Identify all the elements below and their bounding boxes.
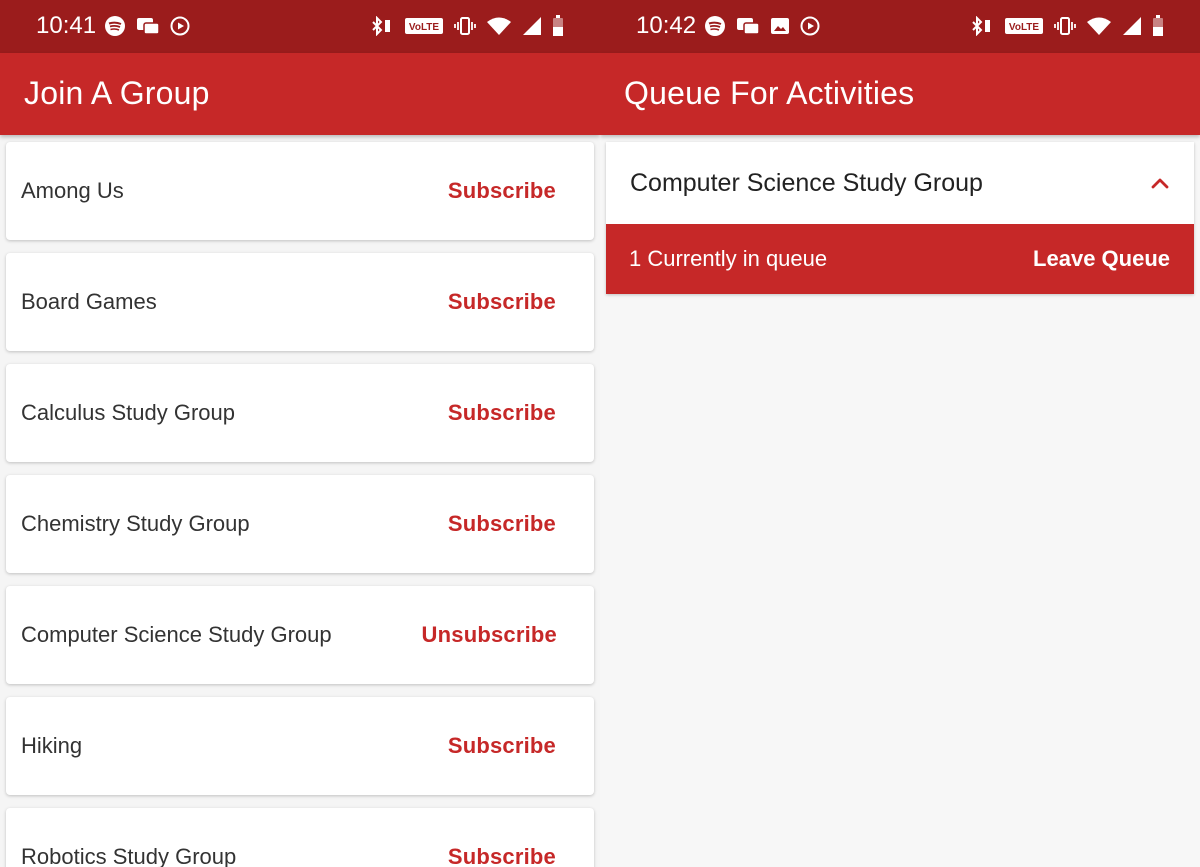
subscribe-button[interactable]: Subscribe <box>448 178 556 204</box>
unsubscribe-button[interactable]: Unsubscribe <box>422 622 557 648</box>
status-time: 10:42 <box>636 12 697 39</box>
battery-icon <box>552 15 564 37</box>
group-name: Calculus Study Group <box>21 400 235 425</box>
messaging-icon <box>736 16 760 36</box>
status-notification-icons <box>704 15 820 37</box>
queue-header[interactable]: Computer Science Study Group <box>606 142 1194 224</box>
chevron-up-icon[interactable] <box>1150 176 1170 190</box>
queue-count-text: 1 Currently in queue <box>629 246 828 271</box>
subscribe-button[interactable]: Subscribe <box>448 289 556 315</box>
spotify-icon <box>704 15 726 37</box>
group-card-hiking: Hiking Subscribe <box>6 697 594 795</box>
group-name: Among Us <box>21 178 124 203</box>
group-name: Hiking <box>21 733 83 758</box>
status-system-icons: VoLTE <box>970 15 1164 37</box>
bluetooth-battery-icon <box>970 16 994 36</box>
queue-card: Computer Science Study Group 1 Currently… <box>606 142 1194 294</box>
group-card-calculus: Calculus Study Group Subscribe <box>6 364 594 462</box>
app-bar: Queue For Activities <box>600 53 1200 135</box>
subscribe-button[interactable]: Subscribe <box>448 400 556 426</box>
leave-queue-button[interactable]: Leave Queue <box>1033 246 1170 272</box>
group-card-computer-science: Computer Science Study Group Unsubscribe <box>6 586 594 684</box>
status-bar: 10:41 VoLTE <box>0 0 600 53</box>
vibrate-icon <box>454 16 476 36</box>
status-bar: 10:42 VoLTE <box>600 0 1200 53</box>
play-circle-icon <box>800 16 820 36</box>
group-card-robotics: Robotics Study Group Subscribe <box>6 808 594 867</box>
group-name: Robotics Study Group <box>21 844 237 867</box>
messaging-icon <box>136 16 160 36</box>
play-circle-icon <box>170 16 190 36</box>
status-time: 10:41 <box>36 12 97 39</box>
spotify-icon <box>104 15 126 37</box>
signal-icon <box>522 16 542 36</box>
status-notification-icons <box>104 15 190 37</box>
wifi-icon <box>1086 16 1112 36</box>
volte-icon: VoLTE <box>404 16 444 36</box>
group-card-board-games: Board Games Subscribe <box>6 253 594 351</box>
app-bar: Join A Group <box>0 53 600 135</box>
volte-label: VoLTE <box>409 22 440 33</box>
signal-icon <box>1122 16 1142 36</box>
subscribe-button[interactable]: Subscribe <box>448 733 556 759</box>
battery-icon <box>1152 15 1164 37</box>
bluetooth-battery-icon <box>370 16 394 36</box>
subscribe-button[interactable]: Subscribe <box>448 511 556 537</box>
status-system-icons: VoLTE <box>370 15 564 37</box>
queue-screen: 10:42 VoLTE Queue For Activities Compute… <box>600 0 1200 867</box>
image-icon <box>770 16 790 36</box>
group-card-among-us: Among Us Subscribe <box>6 142 594 240</box>
join-group-screen: 10:41 VoLTE Join A Group Among Us Subscr… <box>0 0 600 867</box>
group-list: Among Us Subscribe Board Games Subscribe… <box>0 135 600 867</box>
group-name: Computer Science Study Group <box>21 622 332 647</box>
page-title: Queue For Activities <box>624 75 915 111</box>
wifi-icon <box>486 16 512 36</box>
queue-status-row: 1 Currently in queue Leave Queue <box>606 224 1194 294</box>
page-title: Join A Group <box>24 75 210 111</box>
group-name: Chemistry Study Group <box>21 511 250 536</box>
subscribe-button[interactable]: Subscribe <box>448 844 556 867</box>
volte-label: VoLTE <box>1009 22 1040 33</box>
group-card-chemistry: Chemistry Study Group Subscribe <box>6 475 594 573</box>
group-name: Board Games <box>21 289 157 314</box>
vibrate-icon <box>1054 16 1076 36</box>
volte-icon: VoLTE <box>1004 16 1044 36</box>
queue-group-name: Computer Science Study Group <box>630 168 983 197</box>
